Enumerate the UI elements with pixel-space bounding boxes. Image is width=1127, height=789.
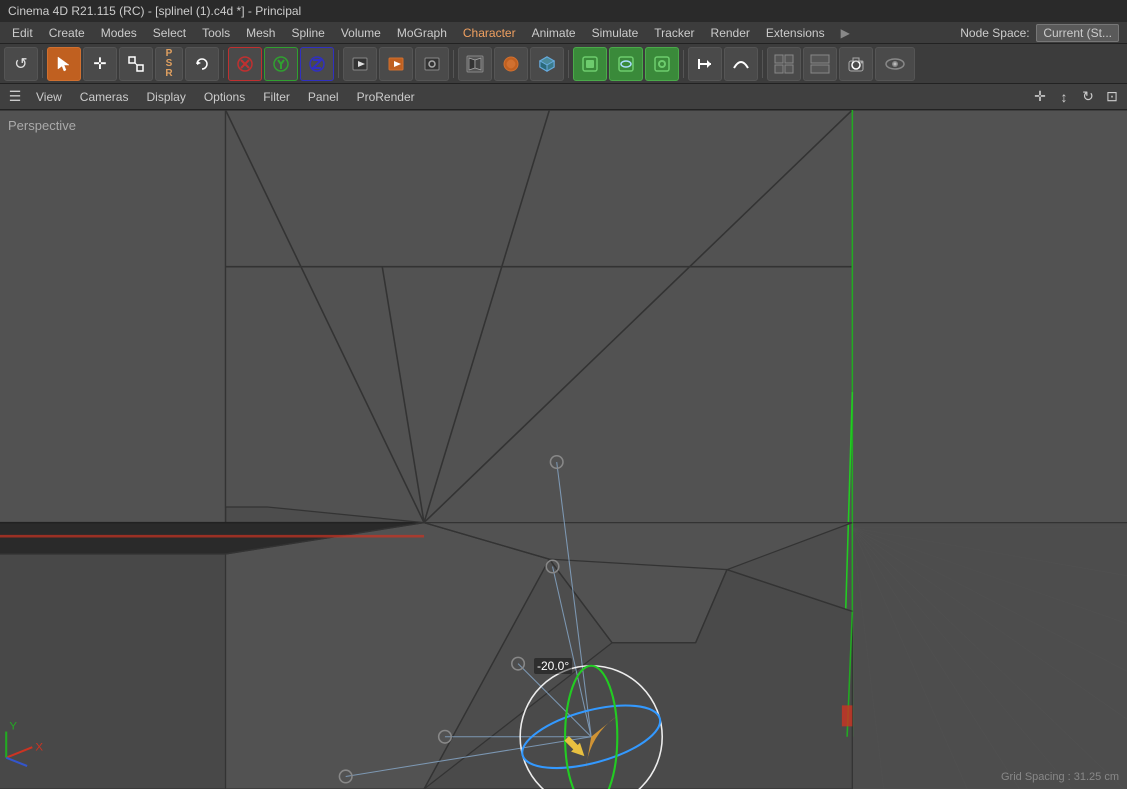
select-all-icon [580, 54, 600, 74]
play-button[interactable] [379, 47, 413, 81]
menu-mograph[interactable]: MoGraph [389, 24, 455, 42]
viewport-scene: X Y [0, 110, 1127, 789]
titlebar: Cinema 4D R21.115 (RC) - [splinel (1).c4… [0, 0, 1127, 22]
x-axis-button[interactable] [228, 47, 262, 81]
fill-select-icon [652, 54, 672, 74]
svg-text:Y: Y [9, 720, 17, 732]
menu-tools[interactable]: Tools [194, 24, 238, 42]
menu-tracker[interactable]: Tracker [646, 24, 702, 42]
menu-extensions[interactable]: Extensions [758, 24, 833, 42]
y-icon [272, 55, 290, 73]
scale-icon [127, 55, 145, 73]
tb-sep-1 [42, 50, 43, 78]
secondary-toolbar: ☰ View Cameras Display Options Filter Pa… [0, 84, 1127, 110]
rotation-value-label: -20.0° [534, 658, 572, 674]
perspective-label: Perspective [8, 118, 76, 133]
arrow-icon [695, 54, 715, 74]
quad-view-icon [773, 53, 795, 75]
camera-button[interactable] [839, 47, 873, 81]
tb-sep-5 [568, 50, 569, 78]
quad-view-button[interactable] [767, 47, 801, 81]
select-tool-button[interactable] [47, 47, 81, 81]
perspective-view-button[interactable] [458, 47, 492, 81]
play-icon [387, 55, 405, 73]
cube-button[interactable] [530, 47, 564, 81]
filter-menu[interactable]: Filter [255, 88, 298, 106]
select-all-button[interactable] [573, 47, 607, 81]
record-icon [351, 55, 369, 73]
menu-character[interactable]: Character [455, 24, 524, 42]
prorender-menu[interactable]: ProRender [349, 88, 423, 106]
menu-modes[interactable]: Modes [93, 24, 145, 42]
undo-button[interactable]: ↺ [4, 47, 38, 81]
cameras-menu[interactable]: Cameras [72, 88, 137, 106]
grid-spacing-label: Grid Spacing : 31.25 cm [1001, 771, 1119, 783]
view-menu[interactable]: View [28, 88, 70, 106]
eye-icon [881, 54, 909, 74]
settings-icon [423, 55, 441, 73]
record-button[interactable] [343, 47, 377, 81]
cursor-icon [55, 55, 73, 73]
smooth-icon [731, 54, 751, 74]
loop-select-icon [616, 54, 636, 74]
menu-animate[interactable]: Animate [524, 24, 584, 42]
cube-icon [537, 54, 557, 74]
split-h-icon [809, 53, 831, 75]
tb-sep-7 [762, 50, 763, 78]
z-icon [308, 55, 326, 73]
arrow-button[interactable] [688, 47, 722, 81]
z-axis-button[interactable] [300, 47, 334, 81]
smooth-button[interactable] [724, 47, 758, 81]
options-menu[interactable]: Options [196, 88, 253, 106]
eye-button[interactable] [875, 47, 915, 81]
move-tool-button[interactable]: ✛ [83, 47, 117, 81]
loop-select-button[interactable] [609, 47, 643, 81]
reset-icon [193, 55, 211, 73]
menu-volume[interactable]: Volume [333, 24, 389, 42]
svg-text:✛: ✛ [93, 56, 106, 73]
menu-mesh[interactable]: Mesh [238, 24, 283, 42]
paint-button[interactable] [494, 47, 528, 81]
hamburger-icon[interactable]: ☰ [4, 86, 26, 108]
tb-sep-4 [453, 50, 454, 78]
frame-icon[interactable]: ⊡ [1101, 86, 1123, 108]
perspective-icon [465, 54, 485, 74]
fill-select-button[interactable] [645, 47, 679, 81]
rotate-viewport-icon[interactable]: ↻ [1077, 86, 1099, 108]
paint-icon [501, 54, 521, 74]
toolbar: ↺ ✛ PSR [0, 44, 1127, 84]
tb-sep-3 [338, 50, 339, 78]
menu-select[interactable]: Select [145, 24, 194, 42]
y-axis-button[interactable] [264, 47, 298, 81]
menu-create[interactable]: Create [41, 24, 93, 42]
move-viewport-icon[interactable]: ✛ [1029, 86, 1051, 108]
panel-menu[interactable]: Panel [300, 88, 347, 106]
split-h-button[interactable] [803, 47, 837, 81]
svg-text:X: X [35, 741, 43, 753]
x-icon [236, 55, 254, 73]
reset-button[interactable] [185, 47, 219, 81]
psr-button[interactable]: PSR [155, 47, 183, 81]
menu-spline[interactable]: Spline [283, 24, 332, 42]
display-menu[interactable]: Display [138, 88, 193, 106]
menu-render[interactable]: Render [703, 24, 758, 42]
tb-sep-2 [223, 50, 224, 78]
menu-edit[interactable]: Edit [4, 24, 41, 42]
tb-sep-6 [683, 50, 684, 78]
title-text: Cinema 4D R21.115 (RC) - [splinel (1).c4… [8, 4, 301, 18]
settings-button[interactable] [415, 47, 449, 81]
scale-tool-button[interactable] [119, 47, 153, 81]
zoom-viewport-icon[interactable]: ↕ [1053, 86, 1075, 108]
viewport[interactable]: X Y Perspective -20.0° Grid Spacing : 31… [0, 110, 1127, 789]
move-icon: ✛ [91, 55, 109, 73]
node-space-label: Node Space: Current (St... [960, 26, 1123, 40]
more-icon: ▶ [841, 26, 850, 40]
menubar: Edit Create Modes Select Tools Mesh Spli… [0, 22, 1127, 44]
camera-icon [846, 54, 866, 74]
menu-simulate[interactable]: Simulate [584, 24, 647, 42]
